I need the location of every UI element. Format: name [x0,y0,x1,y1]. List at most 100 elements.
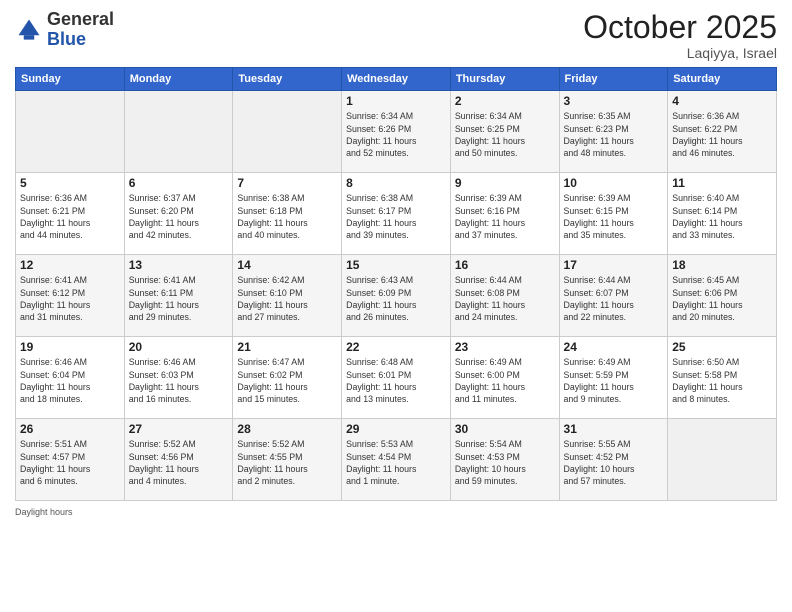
table-row: 17 Sunrise: 6:44 AM Sunset: 6:07 PM Dayli… [559,255,668,337]
table-row: 27 Sunrise: 5:52 AM Sunset: 4:56 PM Dayli… [124,419,233,501]
day-number: 3 [564,94,664,108]
calendar-week-row: 26 Sunrise: 5:51 AM Sunset: 4:57 PM Dayli… [16,419,777,501]
calendar-week-row: 19 Sunrise: 6:46 AM Sunset: 6:04 PM Dayli… [16,337,777,419]
header-saturday: Saturday [668,68,777,91]
day-number: 1 [346,94,446,108]
header-tuesday: Tuesday [233,68,342,91]
day-info: Sunrise: 6:39 AM Sunset: 6:16 PM Dayligh… [455,192,555,241]
table-row: 16Sunrise: 6:44 AM Sunset: 6:08 PM Dayli… [450,255,559,337]
logo: General Blue [15,10,114,50]
table-row: 12 Sunrise: 6:41 AM Sunset: 6:12 PM Dayli… [16,255,125,337]
day-number: 7 [237,176,337,190]
daylight-hours-label: Daylight hours [15,507,73,517]
day-number: 28 [237,422,337,436]
title-block: October 2025 Laqiyya, Israel [583,10,777,61]
footer-note: Daylight hours [15,507,777,517]
day-number: 18 [672,258,772,272]
day-info: Sunrise: 6:36 AM Sunset: 6:21 PM Dayligh… [20,192,120,241]
day-info: Sunrise: 5:54 AM Sunset: 4:53 PM Dayligh… [455,438,555,487]
header-monday: Monday [124,68,233,91]
table-row: 29Sunrise: 5:53 AM Sunset: 4:54 PM Dayli… [342,419,451,501]
table-row: 25 Sunrise: 6:50 AM Sunset: 5:58 PM Dayli… [668,337,777,419]
day-info: Sunrise: 6:49 AM Sunset: 6:00 PM Dayligh… [455,356,555,405]
day-number: 17 [564,258,664,272]
page: General Blue October 2025 Laqiyya, Israe… [0,0,792,612]
table-row: 24 Sunrise: 6:49 AM Sunset: 5:59 PM Dayli… [559,337,668,419]
day-number: 10 [564,176,664,190]
logo-general-text: General [47,9,114,29]
day-info: Sunrise: 5:52 AM Sunset: 4:56 PM Dayligh… [129,438,229,487]
day-number: 15 [346,258,446,272]
table-row [233,91,342,173]
table-row: 19 Sunrise: 6:46 AM Sunset: 6:04 PM Dayli… [16,337,125,419]
day-number: 19 [20,340,120,354]
table-row: 20Sunrise: 6:46 AM Sunset: 6:03 PM Dayli… [124,337,233,419]
day-number: 2 [455,94,555,108]
day-number: 27 [129,422,229,436]
day-info: Sunrise: 6:46 AM Sunset: 6:04 PM Dayligh… [20,356,120,405]
day-info: Sunrise: 5:51 AM Sunset: 4:57 PM Dayligh… [20,438,120,487]
day-number: 30 [455,422,555,436]
day-number: 20 [129,340,229,354]
day-info: Sunrise: 5:55 AM Sunset: 4:52 PM Dayligh… [564,438,664,487]
day-number: 11 [672,176,772,190]
day-info: Sunrise: 6:50 AM Sunset: 5:58 PM Dayligh… [672,356,772,405]
table-row: 6Sunrise: 6:37 AM Sunset: 6:20 PM Daylig… [124,173,233,255]
table-row: 7 Sunrise: 6:38 AM Sunset: 6:18 PM Daylig… [233,173,342,255]
day-number: 13 [129,258,229,272]
day-info: Sunrise: 6:41 AM Sunset: 6:12 PM Dayligh… [20,274,120,323]
day-info: Sunrise: 6:35 AM Sunset: 6:23 PM Dayligh… [564,110,664,159]
table-row [668,419,777,501]
table-row: 30 Sunrise: 5:54 AM Sunset: 4:53 PM Dayli… [450,419,559,501]
table-row: 13Sunrise: 6:41 AM Sunset: 6:11 PM Dayli… [124,255,233,337]
table-row: 4Sunrise: 6:36 AM Sunset: 6:22 PM Daylig… [668,91,777,173]
day-info: Sunrise: 6:38 AM Sunset: 6:18 PM Dayligh… [237,192,337,241]
calendar-header-row: Sunday Monday Tuesday Wednesday Thursday… [16,68,777,91]
header-wednesday: Wednesday [342,68,451,91]
day-number: 12 [20,258,120,272]
day-number: 14 [237,258,337,272]
header-thursday: Thursday [450,68,559,91]
day-info: Sunrise: 5:52 AM Sunset: 4:55 PM Dayligh… [237,438,337,487]
day-info: Sunrise: 6:44 AM Sunset: 6:07 PM Dayligh… [564,274,664,323]
calendar-week-row: 12 Sunrise: 6:41 AM Sunset: 6:12 PM Dayli… [16,255,777,337]
table-row: 23 Sunrise: 6:49 AM Sunset: 6:00 PM Dayli… [450,337,559,419]
day-info: Sunrise: 6:34 AM Sunset: 6:25 PM Dayligh… [455,110,555,159]
day-info: Sunrise: 6:34 AM Sunset: 6:26 PM Dayligh… [346,110,446,159]
month-title: October 2025 [583,10,777,45]
table-row: 11Sunrise: 6:40 AM Sunset: 6:14 PM Dayli… [668,173,777,255]
table-row: 1 Sunrise: 6:34 AM Sunset: 6:26 PM Daylig… [342,91,451,173]
day-info: Sunrise: 5:53 AM Sunset: 4:54 PM Dayligh… [346,438,446,487]
day-info: Sunrise: 6:49 AM Sunset: 5:59 PM Dayligh… [564,356,664,405]
day-number: 5 [20,176,120,190]
day-number: 24 [564,340,664,354]
day-number: 4 [672,94,772,108]
table-row: 28 Sunrise: 5:52 AM Sunset: 4:55 PM Dayli… [233,419,342,501]
table-row: 3 Sunrise: 6:35 AM Sunset: 6:23 PM Daylig… [559,91,668,173]
day-number: 23 [455,340,555,354]
table-row: 22 Sunrise: 6:48 AM Sunset: 6:01 PM Dayli… [342,337,451,419]
day-info: Sunrise: 6:38 AM Sunset: 6:17 PM Dayligh… [346,192,446,241]
day-info: Sunrise: 6:44 AM Sunset: 6:08 PM Dayligh… [455,274,555,323]
header: General Blue October 2025 Laqiyya, Israe… [15,10,777,61]
day-number: 26 [20,422,120,436]
day-info: Sunrise: 6:48 AM Sunset: 6:01 PM Dayligh… [346,356,446,405]
calendar-week-row: 5 Sunrise: 6:36 AM Sunset: 6:21 PM Daylig… [16,173,777,255]
logo-icon [15,16,43,44]
day-number: 8 [346,176,446,190]
table-row [124,91,233,173]
table-row: 14Sunrise: 6:42 AM Sunset: 6:10 PM Dayli… [233,255,342,337]
header-sunday: Sunday [16,68,125,91]
table-row: 2 Sunrise: 6:34 AM Sunset: 6:25 PM Daylig… [450,91,559,173]
table-row: 26 Sunrise: 5:51 AM Sunset: 4:57 PM Dayli… [16,419,125,501]
calendar-table: Sunday Monday Tuesday Wednesday Thursday… [15,67,777,501]
day-info: Sunrise: 6:37 AM Sunset: 6:20 PM Dayligh… [129,192,229,241]
day-info: Sunrise: 6:43 AM Sunset: 6:09 PM Dayligh… [346,274,446,323]
table-row: 9Sunrise: 6:39 AM Sunset: 6:16 PM Daylig… [450,173,559,255]
day-info: Sunrise: 6:47 AM Sunset: 6:02 PM Dayligh… [237,356,337,405]
day-number: 22 [346,340,446,354]
day-number: 25 [672,340,772,354]
table-row: 21Sunrise: 6:47 AM Sunset: 6:02 PM Dayli… [233,337,342,419]
table-row: 15 Sunrise: 6:43 AM Sunset: 6:09 PM Dayli… [342,255,451,337]
location-subtitle: Laqiyya, Israel [583,45,777,61]
